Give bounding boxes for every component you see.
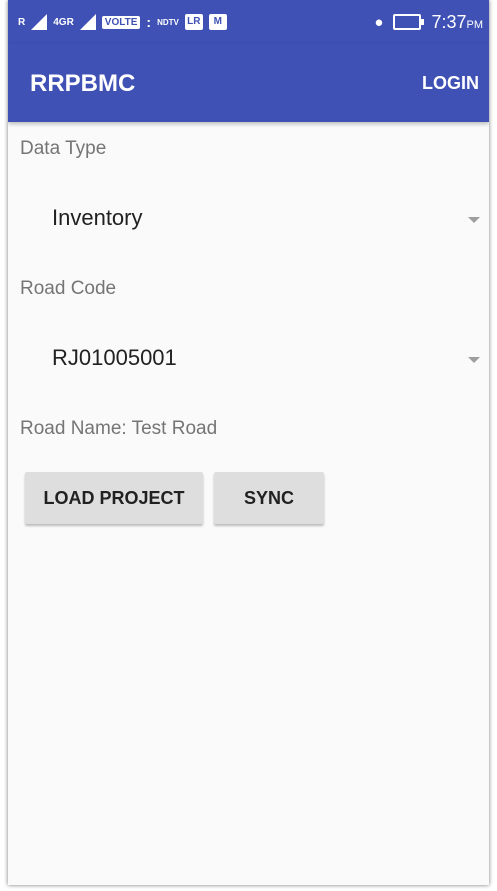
status-bar: R 4GR VOLTE : NDTV LR M ● 7:37PM <box>8 0 489 44</box>
road-code-spinner[interactable]: RJ01005001 <box>20 331 488 387</box>
road-code-label: Road Code <box>20 278 117 299</box>
volte-badge: VOLTE <box>101 15 141 29</box>
sync-button[interactable]: SYNC <box>214 472 324 524</box>
signal-sim1-label: R <box>18 16 26 28</box>
data-type-spinner[interactable]: Inventory <box>20 191 488 247</box>
road-name-text: Road Name: Test Road <box>20 418 218 439</box>
dropdown-arrow-icon <box>468 357 480 363</box>
battery-icon <box>393 14 425 30</box>
road-code-value: RJ01005001 <box>52 345 177 370</box>
clock-ampm: PM <box>466 18 484 31</box>
status-icons-right: ● 7:37PM <box>374 11 483 33</box>
network-type-label: 4GR <box>53 16 74 28</box>
app-title: RRPBMC <box>30 70 136 97</box>
data-type-label: Data Type <box>20 138 107 159</box>
load-project-button[interactable]: LOAD PROJECT <box>25 472 203 524</box>
signal-icon <box>79 14 96 30</box>
phone-screen: R 4GR VOLTE : NDTV LR M ● 7:37PM RRPBMC … <box>8 0 489 885</box>
clock-time: 7:37 <box>431 11 467 32</box>
gmail-icon: M <box>208 14 227 30</box>
overflow-dots: : <box>146 14 152 30</box>
ndtv-icon: NDTV <box>157 17 179 27</box>
data-type-value: Inventory <box>52 205 143 230</box>
status-clock: 7:37PM <box>431 12 483 33</box>
login-button[interactable]: LOGIN <box>412 58 489 108</box>
status-icons-left: R 4GR VOLTE : NDTV LR M <box>18 11 227 33</box>
location-pin-icon: ● <box>374 13 384 31</box>
lr-app-icon: LR <box>184 14 203 30</box>
app-bar: RRPBMC LOGIN <box>8 44 489 122</box>
dropdown-arrow-icon <box>468 217 480 223</box>
signal-icon <box>31 14 48 30</box>
